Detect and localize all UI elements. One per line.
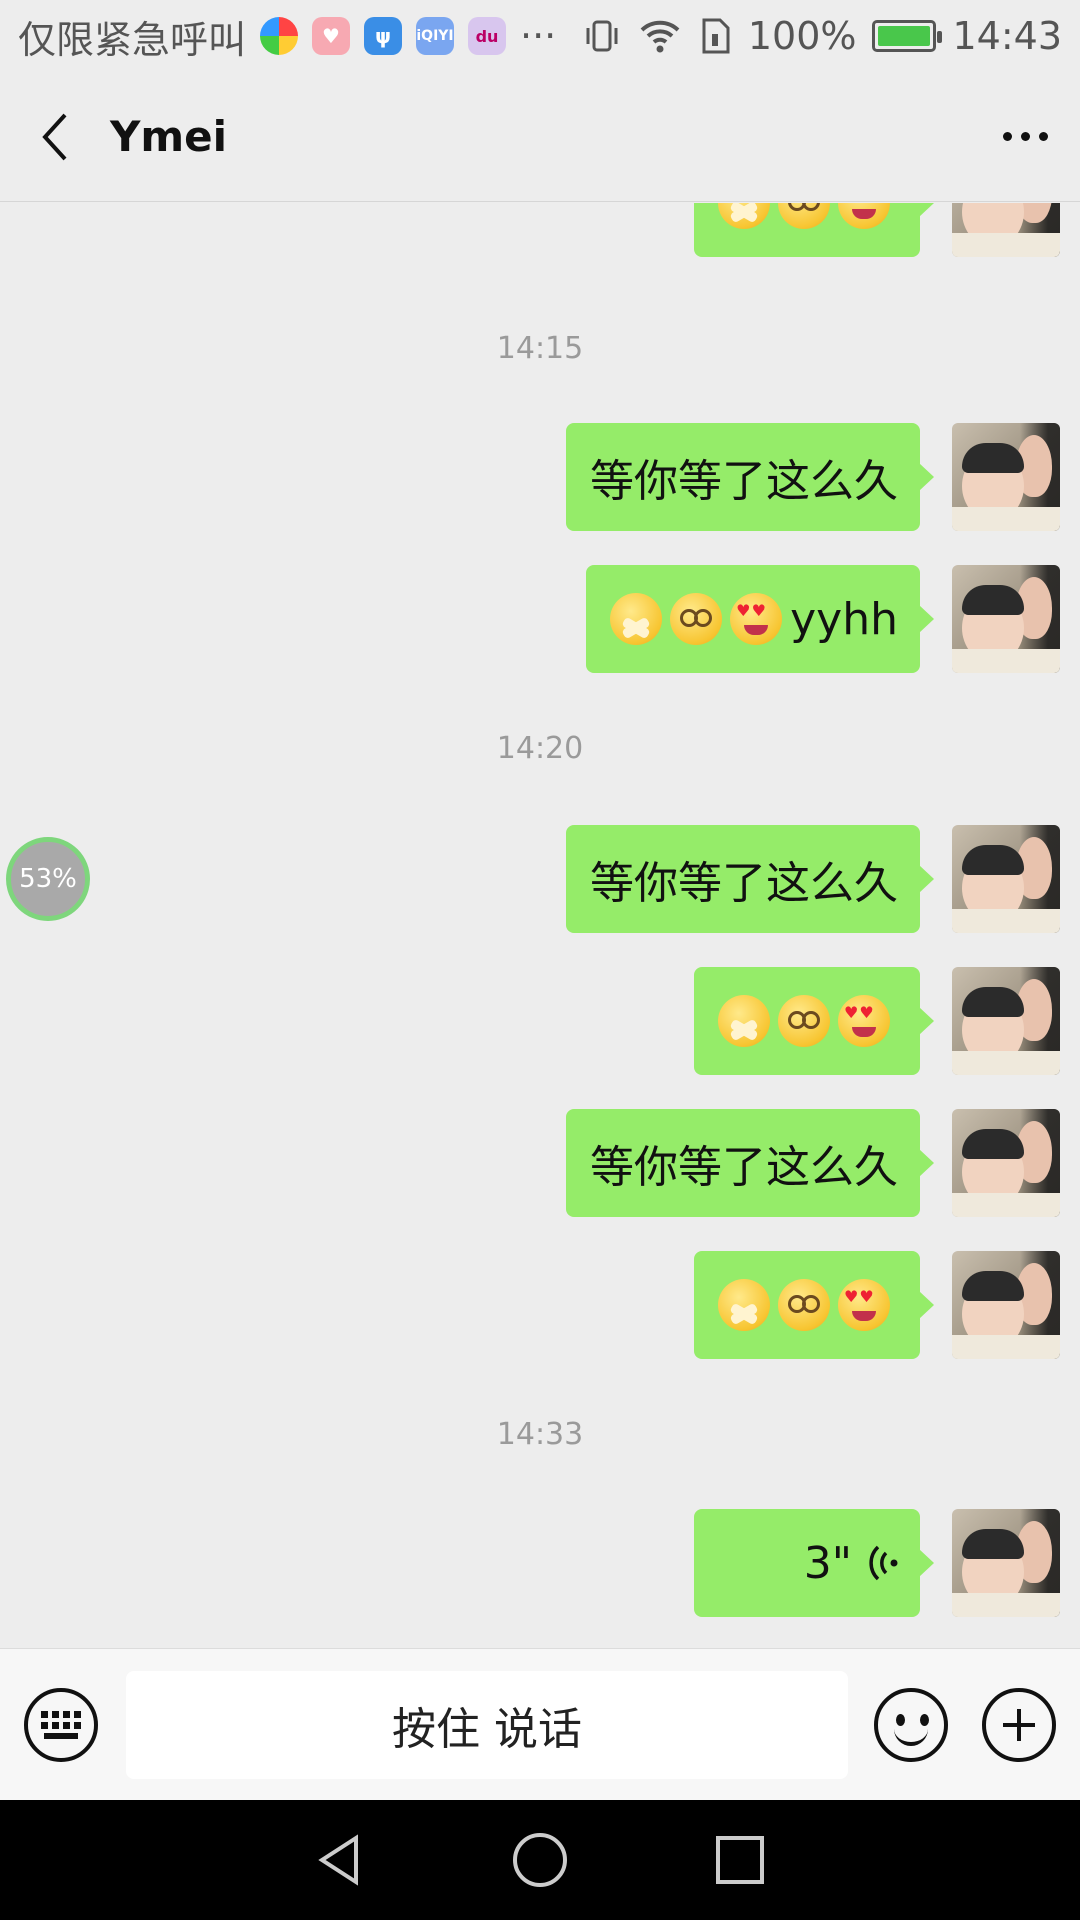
message-row: yyhh bbox=[586, 565, 1060, 673]
more-options-button[interactable] bbox=[970, 72, 1080, 202]
message-bubble[interactable] bbox=[694, 203, 934, 257]
hush-emoji-icon bbox=[610, 593, 663, 645]
voice-message-bubble[interactable]: 3" bbox=[694, 1509, 934, 1617]
status-right: 100% 14:43 bbox=[582, 14, 1062, 58]
hold-to-talk-button[interactable]: 按住 说话 bbox=[126, 1670, 848, 1779]
nav-back-icon[interactable] bbox=[310, 1830, 370, 1890]
message-row bbox=[694, 203, 1060, 257]
dizzy-emoji-icon bbox=[778, 203, 830, 229]
message-bubble[interactable]: yyhh bbox=[586, 565, 934, 673]
browser-icon bbox=[260, 17, 299, 55]
hush-emoji-icon bbox=[718, 203, 770, 229]
avatar[interactable] bbox=[952, 967, 1060, 1075]
sim-icon bbox=[702, 18, 730, 54]
chat-title: Ymei bbox=[110, 112, 228, 161]
message-bubble[interactable] bbox=[694, 1251, 934, 1359]
progress-overlay[interactable]: 53% bbox=[6, 837, 90, 921]
status-bar: 仅限紧急呼叫 ♥ ψ iQIYI du ··· 100% 14:43 bbox=[0, 0, 1080, 72]
avatar[interactable] bbox=[952, 423, 1060, 531]
message-text: yyhh bbox=[790, 593, 898, 645]
clock: 14:43 bbox=[952, 14, 1062, 58]
dot-icon bbox=[1020, 132, 1030, 141]
carrier-text: 仅限紧急呼叫 bbox=[18, 17, 247, 62]
hush-emoji-icon bbox=[718, 995, 770, 1047]
heart-eyes-emoji-icon bbox=[838, 203, 890, 229]
message-bubble[interactable]: 等你等了这么久 bbox=[566, 423, 934, 531]
message-row bbox=[694, 1251, 1060, 1359]
chat-message-list[interactable]: 14:15 等你等了这么久 yyhh 14:20 等你等了这么久 等你等了这么久 bbox=[0, 203, 1080, 1647]
timestamp: 14:20 bbox=[496, 731, 584, 766]
more-actions-button[interactable] bbox=[982, 1687, 1056, 1762]
wifi-icon bbox=[640, 20, 680, 53]
voice-wave-icon bbox=[869, 1545, 898, 1581]
nav-recents-icon[interactable] bbox=[710, 1830, 770, 1890]
message-bubble[interactable] bbox=[694, 967, 934, 1075]
keyboard-toggle-button[interactable] bbox=[24, 1687, 98, 1762]
avatar[interactable] bbox=[952, 565, 1060, 673]
chat-header: Ymei bbox=[0, 72, 1080, 202]
message-row bbox=[694, 967, 1060, 1075]
usb-icon: ψ bbox=[364, 17, 403, 55]
dot-icon bbox=[1002, 132, 1012, 141]
iqiyi-icon: iQIYI bbox=[416, 17, 455, 55]
emoji-button[interactable] bbox=[874, 1687, 948, 1762]
status-left: 仅限紧急呼叫 ♥ ψ iQIYI du ··· bbox=[18, 9, 556, 64]
timestamp: 14:33 bbox=[496, 1417, 584, 1452]
battery-icon bbox=[872, 20, 943, 52]
dizzy-emoji-icon bbox=[670, 593, 723, 645]
message-row: 等你等了这么久 bbox=[566, 423, 1060, 531]
message-bubble[interactable]: 等你等了这么久 bbox=[566, 1109, 934, 1217]
nav-home-icon[interactable] bbox=[510, 1830, 570, 1890]
battery-percent: 100% bbox=[747, 14, 857, 58]
message-row: 3" bbox=[694, 1509, 1060, 1617]
keyboard-icon bbox=[41, 1710, 81, 1739]
dizzy-emoji-icon bbox=[778, 1279, 830, 1331]
input-bar: 按住 说话 bbox=[0, 1648, 1080, 1800]
chevron-left-icon bbox=[42, 113, 67, 160]
message-row: 等你等了这么久 bbox=[566, 1109, 1060, 1217]
avatar[interactable] bbox=[952, 1251, 1060, 1359]
message-row: 等你等了这么久 bbox=[566, 825, 1060, 933]
heart-eyes-emoji-icon bbox=[730, 593, 783, 645]
heart-eyes-emoji-icon bbox=[838, 995, 890, 1047]
avatar[interactable] bbox=[952, 825, 1060, 933]
timestamp: 14:15 bbox=[496, 331, 584, 366]
hush-emoji-icon bbox=[718, 1279, 770, 1331]
avatar[interactable] bbox=[952, 1509, 1060, 1617]
message-bubble[interactable]: 等你等了这么久 bbox=[566, 825, 934, 933]
baidu-icon: du bbox=[468, 17, 507, 55]
voice-duration: 3" bbox=[803, 1537, 852, 1589]
avatar[interactable] bbox=[952, 203, 1060, 257]
heart-eyes-emoji-icon bbox=[838, 1279, 890, 1331]
back-button[interactable] bbox=[0, 72, 110, 202]
vibrate-icon bbox=[586, 20, 618, 52]
system-nav-bar bbox=[0, 1800, 1080, 1920]
dot-icon bbox=[1038, 132, 1048, 141]
avatar[interactable] bbox=[952, 1109, 1060, 1217]
dizzy-emoji-icon bbox=[778, 995, 830, 1047]
overflow-icon: ··· bbox=[520, 14, 557, 58]
heart-app-icon: ♥ bbox=[312, 17, 351, 55]
